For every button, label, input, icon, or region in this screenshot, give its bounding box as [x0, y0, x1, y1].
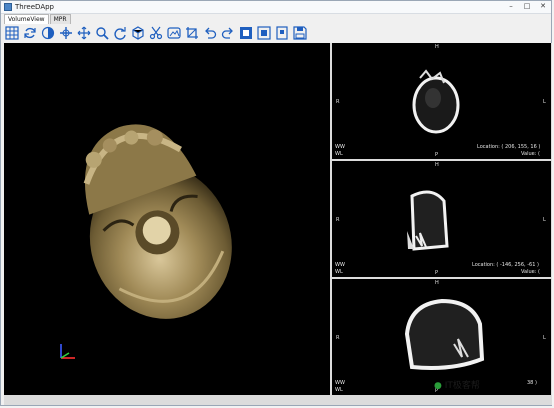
toolbar — [4, 24, 307, 42]
contrast-icon[interactable] — [40, 26, 55, 41]
window-title: ThreeDApp — [15, 3, 54, 11]
crosshair-icon[interactable] — [58, 26, 73, 41]
volume-view-pane[interactable] — [4, 43, 330, 395]
rotate-icon[interactable] — [22, 26, 37, 41]
app-icon — [4, 3, 12, 11]
minimize-button[interactable]: – — [505, 2, 517, 11]
crop-icon[interactable] — [184, 26, 199, 41]
mpr-coronal-pane[interactable]: H R L P WW WL 38 ) — [332, 279, 551, 395]
watermark: ● IT极客帮 — [434, 381, 480, 391]
volume-rendering — [83, 124, 232, 319]
grid-layout-icon[interactable] — [4, 26, 19, 41]
viewer-area: H R L P WW WL Location: ( 206, 155, 16 )… — [4, 43, 552, 405]
save-icon[interactable] — [292, 26, 307, 41]
maximize-button[interactable]: □ — [521, 2, 533, 11]
image-icon[interactable] — [166, 26, 181, 41]
move-3d-icon[interactable] — [130, 26, 145, 41]
title-bar: ThreeDApp – □ ✕ — [1, 1, 551, 14]
rotate-cw-icon[interactable] — [112, 26, 127, 41]
scissors-icon[interactable] — [148, 26, 163, 41]
mpr-sagittal-pane[interactable]: H R L P WW WL Location: ( -146, 256, -61… — [332, 161, 551, 277]
wechat-icon: ● — [434, 381, 442, 391]
select-box-icon[interactable] — [238, 26, 253, 41]
undo-icon[interactable] — [202, 26, 217, 41]
mpr-axial-pane[interactable]: H R L P WW WL Location: ( 206, 155, 16 )… — [332, 43, 551, 159]
axial-slice-image — [412, 69, 460, 134]
view-tabs: VolumeView MPR — [4, 14, 72, 24]
watermark-text: IT极客帮 — [444, 381, 480, 391]
zoom-icon[interactable] — [94, 26, 109, 41]
tab-mpr[interactable]: MPR — [49, 14, 71, 24]
redo-icon[interactable] — [220, 26, 235, 41]
app-window: ThreeDApp – □ ✕ VolumeView MPR H R L P W… — [0, 0, 552, 406]
orientation-axes-icon — [60, 344, 75, 359]
close-button[interactable]: ✕ — [537, 2, 549, 11]
sagittal-slice-image — [407, 190, 449, 251]
tab-volumeview[interactable]: VolumeView — [4, 14, 49, 24]
coronal-slice-image — [404, 298, 485, 370]
pan-icon[interactable] — [76, 26, 91, 41]
layer-icon[interactable] — [256, 26, 271, 41]
reset-icon[interactable] — [274, 26, 289, 41]
